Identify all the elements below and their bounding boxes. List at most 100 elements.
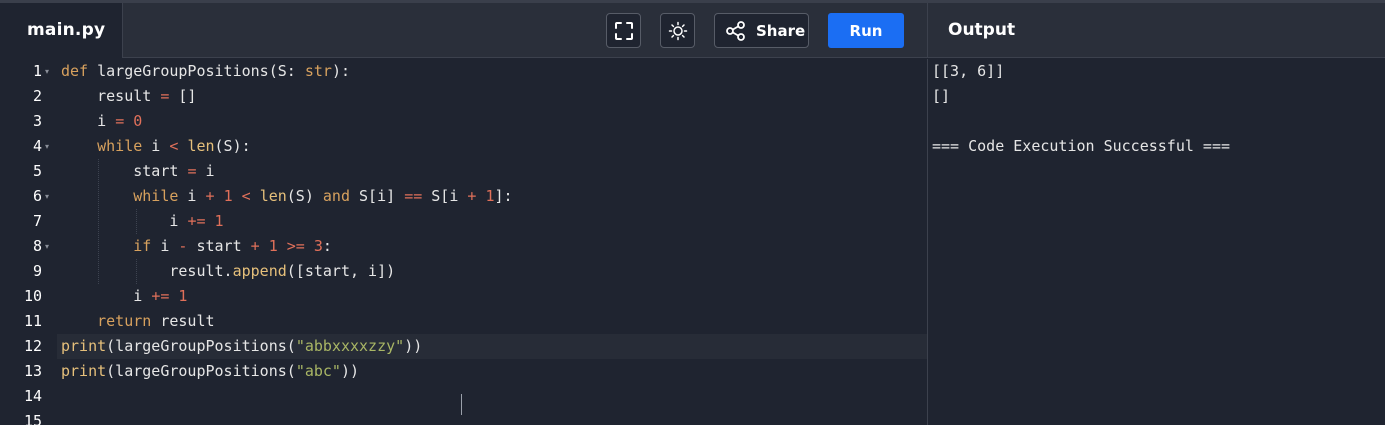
code-token: : [322,237,332,255]
code-token: append [232,262,287,280]
theme-toggle-button[interactable] [660,13,695,48]
code-token: str [304,62,332,80]
fold-arrow-icon[interactable]: ▾ [45,134,49,159]
line-number: 9 [32,262,42,280]
line-number: 8 [32,237,42,255]
code-token: result. [61,262,233,280]
code-line[interactable]: result.append([start, i]) [61,259,395,284]
code-token: result [61,87,161,105]
code-line[interactable]: def largeGroupPositions(S: str): [61,59,350,84]
code-line[interactable]: return result [61,309,215,334]
pane-divider[interactable] [927,59,928,425]
output-title: Output [948,20,1016,40]
code-token: print [61,362,107,380]
code-token: 3 [313,237,323,255]
line-number: 2 [32,87,42,105]
line-number: 6 [32,187,42,205]
code-line[interactable]: print(largeGroupPositions("abbxxxxzzy")) [61,334,422,359]
code-line[interactable]: result = [] [61,84,196,109]
code-token: i [196,162,215,180]
line-number: 12 [23,337,42,355]
code-token: 1 [485,187,495,205]
code-token: while [133,187,179,205]
code-token: print [61,337,107,355]
output-line: [] [932,87,951,105]
code-token: start [187,237,251,255]
code-token: < [241,187,251,205]
line-number: 14 [23,387,42,405]
code-token: "abbxxxxzzy" [295,337,405,355]
file-tab-main-py[interactable]: main.py [0,3,123,58]
code-line[interactable]: i += 1 [61,209,224,234]
sun-icon [668,21,687,40]
code-token: == [404,187,423,205]
line-number: 13 [23,362,42,380]
line-number: 1 [32,62,42,80]
code-token: i [142,137,170,155]
code-token: [] [169,87,197,105]
code-token: and [322,187,350,205]
code-line[interactable]: if i - start + 1 >= 3: [61,234,332,259]
code-line[interactable]: start = i [61,159,215,184]
code-token: ): [331,62,350,80]
code-token: len [187,137,215,155]
code-token: += [187,212,206,230]
run-button[interactable]: Run [828,13,904,48]
fold-arrow-icon[interactable]: ▾ [45,184,49,209]
output-line: === Code Execution Successful === [932,137,1231,155]
fullscreen-button[interactable] [606,13,641,48]
code-token: 1 [178,287,188,305]
code-token: result [151,312,215,330]
code-token: (largeGroupPositions( [106,362,296,380]
file-tab-label: main.py [27,20,106,40]
code-line[interactable]: i += 1 [61,284,187,309]
code-line[interactable]: i = 0 [61,109,142,134]
code-token: )) [340,362,360,380]
code-editor[interactable]: 1 ▾ def largeGroupPositions(S: str): 2 resu… [0,59,927,425]
toolbar: main.py Share Run Output [0,3,1385,58]
code-token: S[i] [350,187,405,205]
code-token: start [61,162,188,180]
fold-arrow-icon[interactable]: ▾ [45,59,49,84]
code-token: i [61,112,116,130]
line-number: 11 [23,312,42,330]
code-token: i [178,187,206,205]
line-number: 10 [23,287,42,305]
code-token: "abc" [295,362,341,380]
output-panel: [[3, 6]] [] === Code Execution Successful … [932,59,1385,425]
output-line: [[3, 6]] [932,62,1005,80]
code-token: 1 [214,212,224,230]
share-button[interactable]: Share [714,13,809,48]
code-token: + [205,187,215,205]
code-token: return [97,312,152,330]
fold-arrow-icon[interactable]: ▾ [45,234,49,259]
code-line[interactable]: while i < len(S): [61,134,251,159]
code-line[interactable]: while i + 1 < len(S) and S[i] == S[i + 1… [61,184,512,209]
code-token: (largeGroupPositions( [106,337,296,355]
run-button-label: Run [849,21,883,40]
code-token: i [151,237,179,255]
code-line[interactable]: print(largeGroupPositions("abc")) [61,359,359,384]
fullscreen-icon [614,21,633,40]
line-number: 5 [32,162,42,180]
text-cursor [461,394,462,415]
code-token: S[i [422,187,468,205]
line-number: 4 [32,137,42,155]
code-token: >= [286,237,305,255]
code-token: )) [404,337,423,355]
code-token: def [61,62,89,80]
share-icon [726,20,745,41]
code-token: ([start, i]) [286,262,396,280]
code-token: 1 [268,237,278,255]
code-token: (S) [286,187,323,205]
